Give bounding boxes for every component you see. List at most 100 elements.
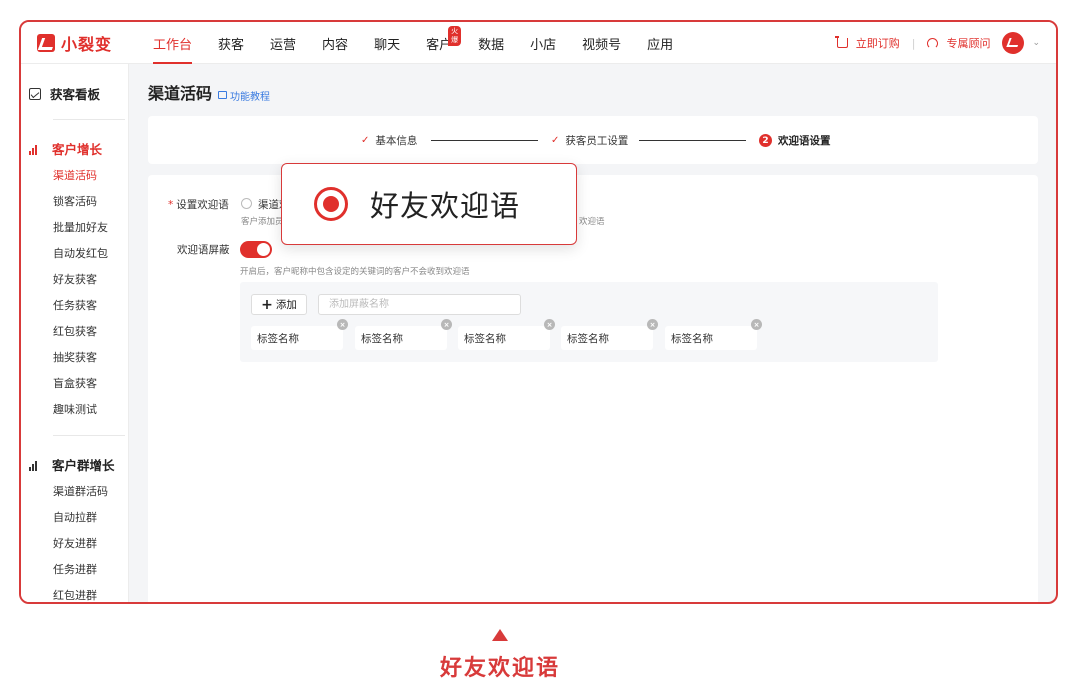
dashboard-icon <box>29 87 41 100</box>
nav-item-content[interactable]: 内容 <box>322 22 348 64</box>
book-icon <box>218 91 228 99</box>
top-navbar: 小裂变 工作台 获客 运营 内容 聊天 客户 火爆 数据 小店 视频号 应用 立… <box>21 22 1056 64</box>
sidebar-item-auto-redpacket[interactable]: 自动发红包 <box>53 245 108 261</box>
step-staff-settings[interactable]: ✓ 获客员工设置 <box>551 133 628 148</box>
sidebar-item-friend-acquire[interactable]: 好友获客 <box>53 271 97 287</box>
tag-chip: 标签名称 × <box>665 319 762 350</box>
sidebar-item-lock-code[interactable]: 锁客活码 <box>53 193 97 209</box>
block-name-input[interactable] <box>318 294 521 315</box>
sidebar-group-label: 客户群增长 <box>52 458 115 473</box>
close-icon[interactable]: × <box>544 319 555 330</box>
growth-chart-icon <box>29 459 43 471</box>
sidebar-item-task-acquire[interactable]: 任务获客 <box>53 297 97 313</box>
tag-chip: 标签名称 × <box>355 319 452 350</box>
brand-name: 小裂变 <box>61 35 113 54</box>
add-tag-label: 添加 <box>275 299 297 311</box>
sidebar-item-batch-add[interactable]: 批量加好友 <box>53 219 108 235</box>
divider: | <box>911 36 916 50</box>
order-now-link[interactable]: 立即订购 <box>856 35 900 51</box>
nav-item-customer[interactable]: 客户 火爆 <box>426 22 462 64</box>
nav-item-apps[interactable]: 应用 <box>647 22 673 64</box>
welcome-label-text: 设置欢迎语 <box>176 199 229 211</box>
nav-item-shop[interactable]: 小店 <box>530 22 556 64</box>
tag-label: 标签名称 <box>361 332 403 345</box>
tag-label: 标签名称 <box>567 332 609 345</box>
caption: 好友欢迎语 <box>439 656 560 681</box>
zoom-callout: 好友欢迎语 <box>281 163 577 245</box>
sidebar-item-redpacket-acquire[interactable]: 红包获客 <box>53 323 97 339</box>
close-icon[interactable]: × <box>751 319 762 330</box>
tag-label: 标签名称 <box>464 332 506 345</box>
required-mark: * <box>168 199 174 211</box>
cart-icon <box>834 36 848 48</box>
hot-badge: 火爆 <box>448 26 462 46</box>
sidebar-divider <box>53 119 125 120</box>
welcome-label: * 设置欢迎语 <box>168 197 229 212</box>
steps-bar: ✓ 基本信息 ✓ 获客员工设置 2 欢迎语设置 <box>148 116 1038 164</box>
add-tag-button[interactable]: + 添加 <box>251 294 307 315</box>
radio-selected-icon[interactable] <box>314 187 348 221</box>
step-label: 欢迎语设置 <box>778 135 831 147</box>
sidebar-group-label: 客户增长 <box>52 142 103 157</box>
block-tag-panel: +添加 标签名称 × 标签名称 × 标签名称 × 标签名称 × 标签名称 × <box>240 282 938 362</box>
callout-label: 好友欢迎语 <box>370 189 521 223</box>
welcome-hint-left: 客户添加员 <box>241 217 284 227</box>
chevron-down-icon[interactable]: ⌄ <box>1032 38 1040 48</box>
sidebar-item-dashboard[interactable]: 获客看板 <box>21 84 100 103</box>
step-label: 基本信息 <box>375 135 418 147</box>
step-number: 2 <box>759 134 772 147</box>
step-connector <box>639 140 746 141</box>
close-icon[interactable]: × <box>441 319 452 330</box>
sidebar-item-group-channel-code[interactable]: 渠道群活码 <box>53 483 108 499</box>
step-connector <box>431 140 538 141</box>
top-right-actions: 立即订购 | 专属顾问 ⌄ <box>834 22 1040 64</box>
tutorial-link[interactable]: 功能教程 <box>218 88 270 103</box>
sidebar-item-label: 获客看板 <box>50 87 101 102</box>
logo[interactable]: 小裂变 <box>37 32 112 54</box>
growth-chart-icon <box>29 143 43 155</box>
block-label: 欢迎语屏蔽 <box>177 244 230 256</box>
close-icon[interactable]: × <box>647 319 658 330</box>
nav-item-operation[interactable]: 运营 <box>270 22 296 64</box>
sidebar-item-lottery-acquire[interactable]: 抽奖获客 <box>53 349 97 365</box>
sidebar-item-friend-join-group[interactable]: 好友进群 <box>53 535 97 551</box>
tag-chip: 标签名称 × <box>561 319 658 350</box>
nav-item-acquire[interactable]: 获客 <box>218 22 244 64</box>
sidebar-item-fun-test[interactable]: 趣味测试 <box>53 401 97 417</box>
check-icon: ✓ <box>551 135 560 146</box>
sidebar-item-auto-pull-group[interactable]: 自动拉群 <box>53 509 97 525</box>
caption-arrow-icon <box>492 629 508 641</box>
tag-chip: 标签名称 × <box>251 319 348 350</box>
step-basic-info[interactable]: ✓ 基本信息 <box>361 133 417 148</box>
logo-icon <box>37 34 55 52</box>
check-icon: ✓ <box>361 135 370 146</box>
step-label: 获客员工设置 <box>565 135 629 147</box>
sidebar-divider <box>53 435 125 436</box>
nav-item-workbench[interactable]: 工作台 <box>153 22 193 64</box>
tutorial-label: 功能教程 <box>230 91 271 103</box>
sidebar-item-blindbox-acquire[interactable]: 盲盒获客 <box>53 375 97 391</box>
consultant-link[interactable]: 专属顾问 <box>946 35 990 51</box>
page-header: 渠道活码 功能教程 <box>148 80 270 104</box>
avatar[interactable] <box>1002 32 1025 54</box>
app-window: 小裂变 工作台 获客 运营 内容 聊天 客户 火爆 数据 小店 视频号 应用 立… <box>19 20 1058 604</box>
plus-icon: + <box>261 296 273 313</box>
sidebar-group-group-growth[interactable]: 客户群增长 <box>21 455 115 474</box>
sidebar-group-customer-growth[interactable]: 客户增长 <box>21 139 102 158</box>
sidebar-item-redpacket-join-group[interactable]: 红包进群 <box>53 587 97 602</box>
headset-icon <box>927 37 939 49</box>
sidebar-item-channel-code[interactable]: 渠道活码 <box>53 167 97 183</box>
main-nav: 工作台 获客 运营 内容 聊天 客户 火爆 数据 小店 视频号 应用 <box>153 22 699 64</box>
nav-item-data[interactable]: 数据 <box>478 22 504 64</box>
nav-item-channels[interactable]: 视频号 <box>582 22 621 64</box>
tag-chip: 标签名称 × <box>458 319 555 350</box>
welcome-radio[interactable] <box>241 198 252 209</box>
block-hint: 开启后，客户昵称中包含设定的关键词的客户不会收到欢迎语 <box>240 267 470 277</box>
page-title: 渠道活码 <box>148 84 213 103</box>
block-toggle[interactable] <box>240 241 272 258</box>
sidebar-item-task-join-group[interactable]: 任务进群 <box>53 561 97 577</box>
step-welcome-settings[interactable]: 2 欢迎语设置 <box>759 133 831 148</box>
sidebar: 获客看板 客户增长 渠道活码 锁客活码 批量加好友 自动发红包 好友获客 任务获… <box>21 64 129 602</box>
close-icon[interactable]: × <box>337 319 348 330</box>
nav-item-chat[interactable]: 聊天 <box>374 22 400 64</box>
